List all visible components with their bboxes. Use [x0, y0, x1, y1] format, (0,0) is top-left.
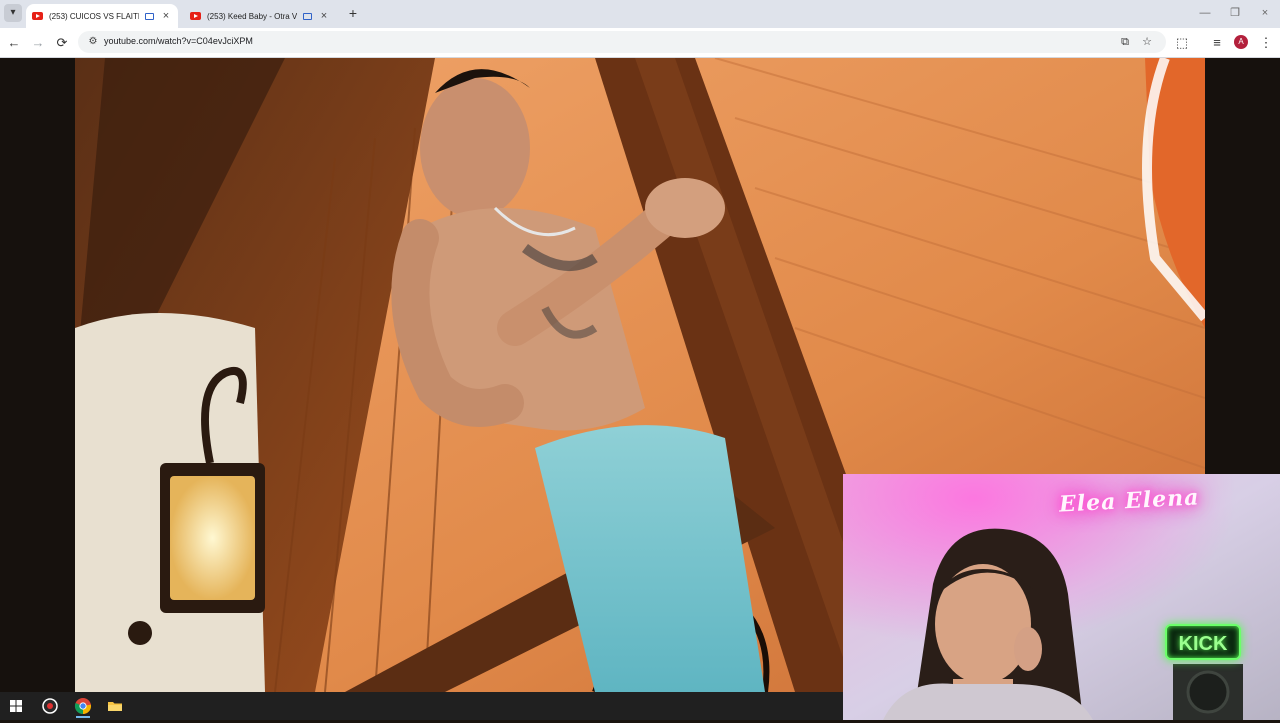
recorder-icon[interactable]	[38, 694, 62, 718]
cast-icon[interactable]: ⧉	[1118, 35, 1132, 49]
youtube-icon	[32, 12, 43, 20]
file-explorer-icon[interactable]	[103, 694, 127, 718]
taskbar	[0, 692, 843, 720]
tab-cuicos-vs-flaites[interactable]: (253) CUICOS VS FLAITES 🏘️ ×	[26, 4, 178, 28]
folder-icon	[108, 702, 122, 711]
restore-button[interactable]: ❐	[1228, 6, 1242, 20]
site-info-icon[interactable]: ⚙	[86, 35, 100, 49]
url-text[interactable]: youtube.com/watch?v=C04evJciXPM	[104, 36, 253, 46]
browser-toolbar: ← → ⟳ ⚙ youtube.com/watch?v=C04evJciXPM …	[0, 28, 1280, 58]
extensions-icon[interactable]: ⬚	[1174, 35, 1190, 51]
chrome-logo-icon	[74, 698, 92, 715]
chrome-menu-icon[interactable]: ⋮	[1258, 35, 1274, 51]
tab-title: (253) Keed Baby - Otra Vez	[207, 11, 297, 21]
profile-avatar[interactable]: A	[1234, 35, 1248, 49]
tab-keed-baby[interactable]: (253) Keed Baby - Otra Vez ×	[184, 4, 336, 28]
tab-title: (253) CUICOS VS FLAITES 🏘️	[49, 11, 139, 21]
media-controls-icon[interactable]: ≡	[1209, 35, 1225, 51]
close-tab-icon[interactable]: ×	[160, 10, 172, 22]
windows-logo-icon	[10, 700, 22, 712]
webcam-overlay: Elea Elena KICK	[843, 474, 1280, 720]
start-icon[interactable]	[4, 694, 28, 718]
bookmark-star-icon[interactable]: ☆	[1140, 35, 1154, 49]
reload-button[interactable]: ⟳	[54, 35, 70, 51]
close-tab-icon[interactable]: ×	[318, 10, 330, 22]
tab-search-button[interactable]: ▾	[4, 4, 22, 22]
youtube-icon	[190, 12, 201, 20]
address-bar[interactable]: ⚙ youtube.com/watch?v=C04evJciXPM ⧉ ☆	[78, 31, 1166, 53]
media-playing-icon	[303, 12, 312, 20]
minimize-button[interactable]: —	[1198, 6, 1212, 20]
recorder-app-icon	[42, 698, 58, 714]
back-button[interactable]: ←	[6, 35, 22, 51]
media-playing-icon	[145, 12, 154, 20]
new-tab-button[interactable]: +	[345, 5, 361, 21]
close-window-button[interactable]: ×	[1258, 6, 1272, 20]
chrome-icon[interactable]	[71, 694, 95, 718]
kick-badge: KICK	[1165, 624, 1241, 660]
forward-button[interactable]: →	[30, 35, 46, 51]
tab-strip: ▾ (253) CUICOS VS FLAITES 🏘️ × (253) Kee…	[0, 0, 1280, 28]
